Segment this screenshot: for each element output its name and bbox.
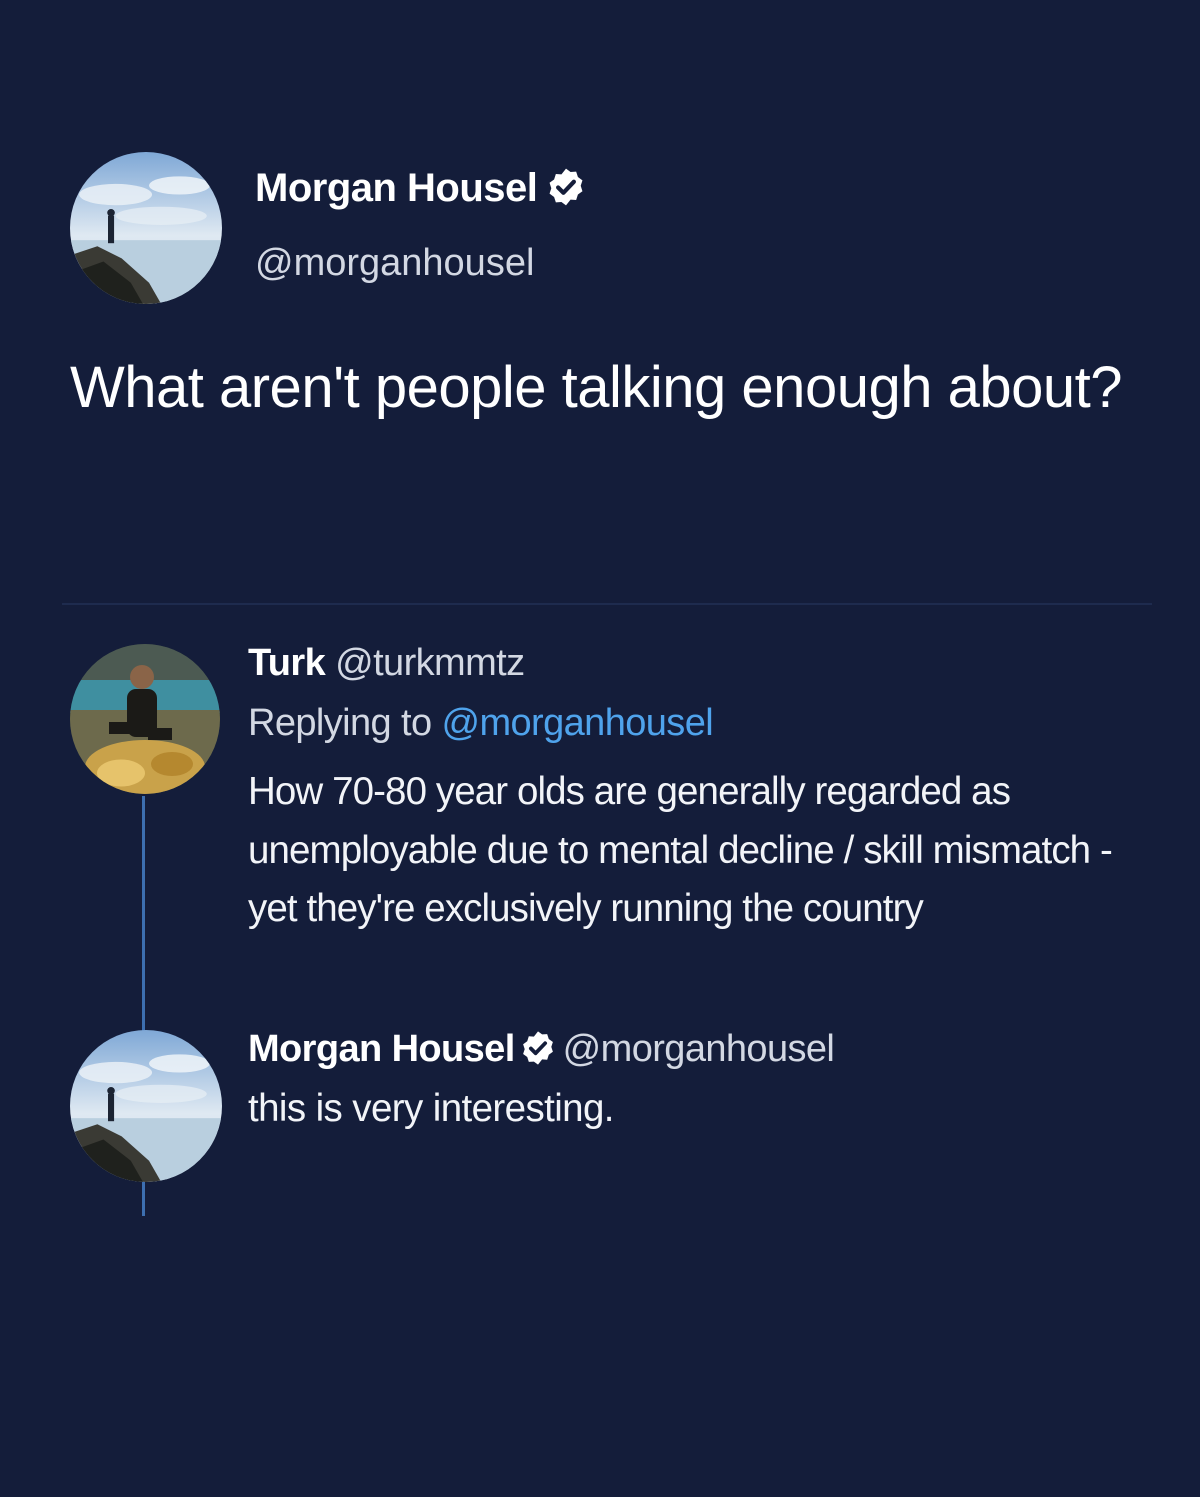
reply-author-handle[interactable]: @turkmmtz — [335, 642, 525, 684]
replying-to-line: Replying to @morganhousel — [248, 702, 714, 745]
verified-badge-icon — [519, 1029, 557, 1067]
author-avatar[interactable] — [70, 152, 222, 304]
replying-to-label: Replying to — [248, 702, 432, 744]
reply-text: How 70-80 year olds are generally regard… — [248, 770, 1113, 930]
thread-line — [142, 796, 145, 1032]
author-handle[interactable]: @morganhousel — [255, 242, 534, 285]
author-name[interactable]: Morgan Housel — [255, 166, 538, 210]
reply-author-handle[interactable]: @morganhousel — [563, 1028, 835, 1070]
author-name-row[interactable]: Morgan Housel — [255, 166, 587, 211]
reply-text: this is very interesting. — [248, 1087, 614, 1130]
reply-header[interactable]: Turk @turkmmtz — [248, 642, 525, 685]
reply-author-name[interactable]: Turk — [248, 642, 326, 684]
thread-line — [142, 1180, 145, 1216]
reply-header[interactable]: Morgan Housel @morganhousel — [248, 1028, 835, 1071]
reply-avatar[interactable] — [70, 1030, 222, 1182]
verified-badge-icon — [545, 166, 587, 208]
divider — [62, 603, 1152, 605]
reply-author-name[interactable]: Morgan Housel — [248, 1028, 515, 1070]
replying-to-mention[interactable]: @morganhousel — [441, 702, 713, 744]
tweet-text: What aren't people talking enough about? — [70, 355, 1122, 420]
reply-avatar[interactable] — [70, 644, 220, 794]
